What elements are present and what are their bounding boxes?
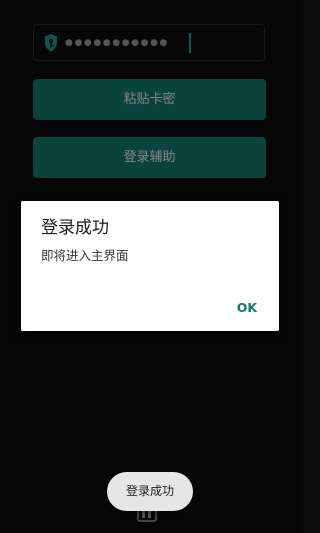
dialog-message: 即将进入主界面 <box>41 248 129 263</box>
login-success-dialog: 登录成功 即将进入主界面 OK <box>21 201 279 331</box>
dialog-title: 登录成功 <box>41 218 109 238</box>
toast-message: 登录成功 <box>107 472 193 511</box>
dialog-ok-button[interactable]: OK <box>237 299 257 317</box>
